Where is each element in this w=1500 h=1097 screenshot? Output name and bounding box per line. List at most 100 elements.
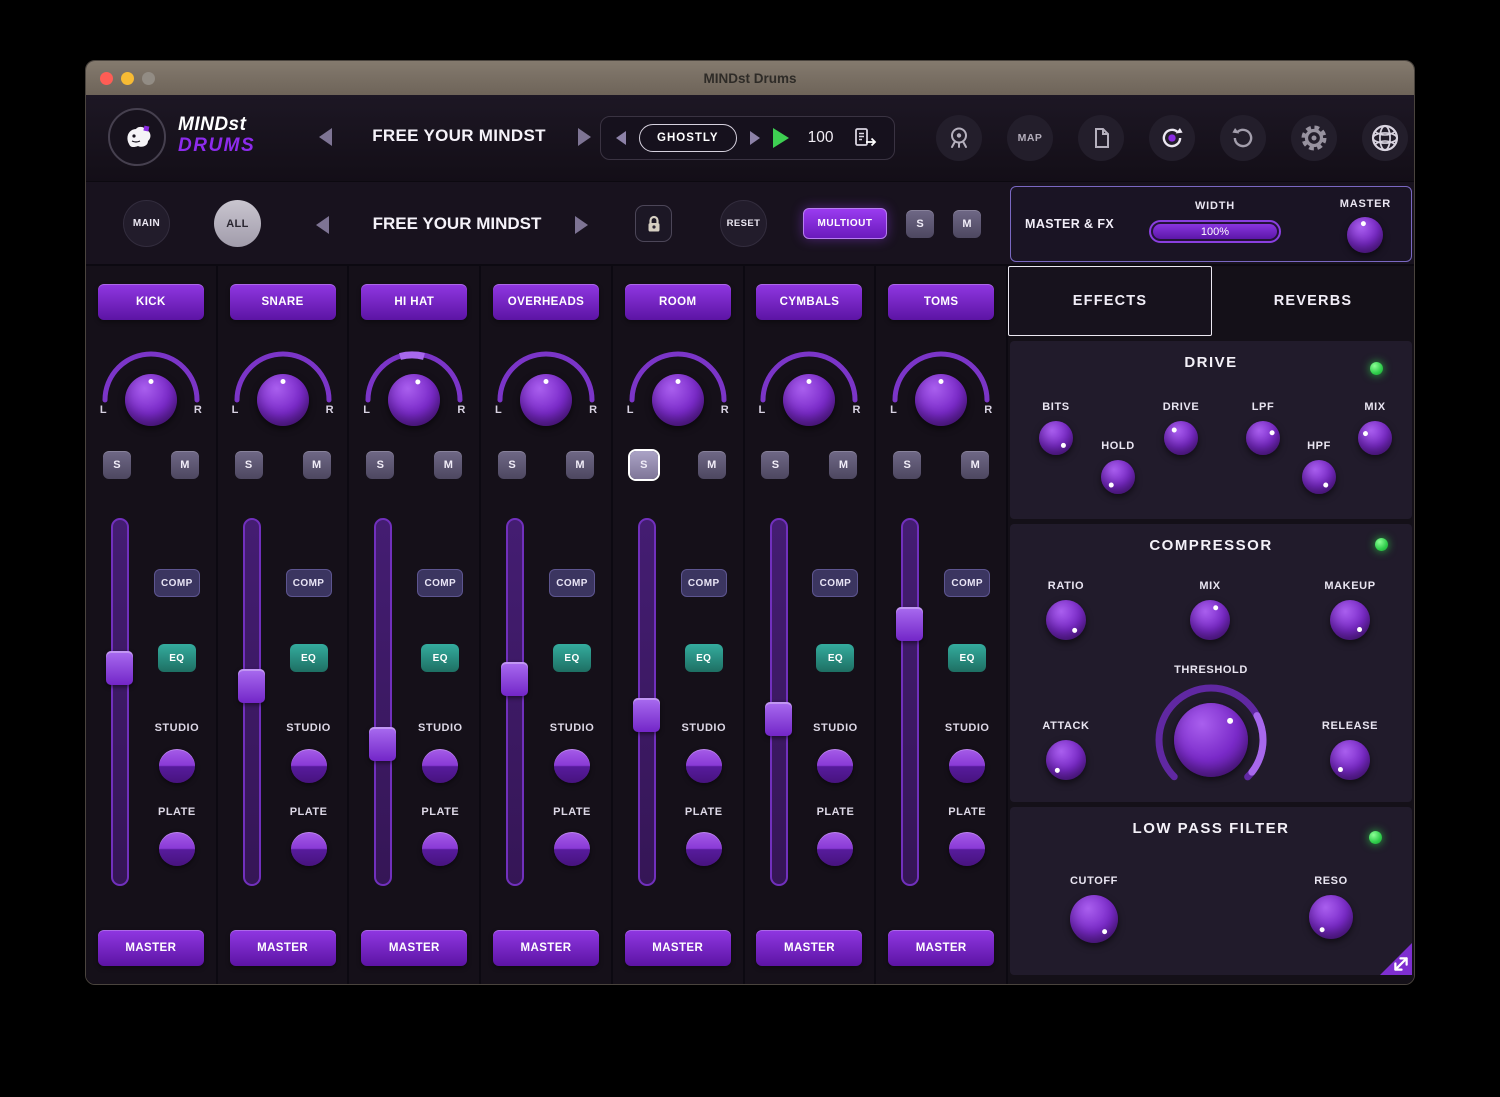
kit-next-icon[interactable] (750, 131, 760, 145)
eq-button[interactable]: EQ (553, 644, 591, 672)
fader-thumb[interactable] (896, 607, 923, 641)
drive-enable-led[interactable] (1370, 362, 1383, 375)
solo-button[interactable]: S (103, 451, 131, 479)
volume-fader[interactable] (901, 518, 919, 886)
solo-button[interactable]: S (498, 451, 526, 479)
compressor-threshold-knob[interactable] (1174, 703, 1248, 777)
master-route-button[interactable]: MASTER (493, 930, 599, 966)
redo-icon[interactable] (1220, 115, 1266, 161)
drive-bits-knob[interactable] (1039, 421, 1073, 455)
comp-button[interactable]: COMP (154, 569, 200, 597)
drive-lpf-knob[interactable] (1246, 421, 1280, 455)
play-button[interactable] (773, 128, 789, 148)
eq-button[interactable]: EQ (290, 644, 328, 672)
comp-button[interactable]: COMP (417, 569, 463, 597)
solo-button[interactable]: S (761, 451, 789, 479)
fader-thumb[interactable] (106, 651, 133, 685)
eq-button[interactable]: EQ (421, 644, 459, 672)
master-route-button[interactable]: MASTER (888, 930, 994, 966)
plate-send-knob[interactable] (159, 832, 195, 866)
comp-button[interactable]: COMP (549, 569, 595, 597)
comp-button[interactable]: COMP (286, 569, 332, 597)
pan-knob[interactable] (783, 374, 835, 426)
studio-send-knob[interactable] (949, 749, 985, 783)
master-route-button[interactable]: MASTER (625, 930, 731, 966)
mute-button[interactable]: M (434, 451, 462, 479)
mute-button[interactable]: M (961, 451, 989, 479)
kick-mic-icon[interactable] (936, 115, 982, 161)
reset-button[interactable]: RESET (720, 200, 767, 247)
channel-name-button[interactable]: SNARE (230, 284, 336, 320)
plate-send-knob[interactable] (817, 832, 853, 866)
low-pass-filter-enable-led[interactable] (1369, 831, 1382, 844)
map-button[interactable]: MAP (1007, 115, 1053, 161)
kit-select[interactable]: GHOSTLY (639, 124, 737, 152)
pan-knob[interactable] (520, 374, 572, 426)
solo-button[interactable]: S (235, 451, 263, 479)
channel-name-button[interactable]: CYMBALS (756, 284, 862, 320)
lock-icon[interactable] (635, 205, 672, 242)
pan-knob[interactable] (388, 374, 440, 426)
master-route-button[interactable]: MASTER (756, 930, 862, 966)
eq-button[interactable]: EQ (158, 644, 196, 672)
channel-name-button[interactable]: OVERHEADS (493, 284, 599, 320)
zoom-button[interactable] (142, 72, 155, 85)
pan-knob[interactable] (915, 374, 967, 426)
global-mute-button[interactable]: M (953, 210, 981, 238)
compressor-enable-led[interactable] (1375, 538, 1388, 551)
channel-name-button[interactable]: KICK (98, 284, 204, 320)
pattern-sphere-icon[interactable] (1362, 115, 1408, 161)
volume-fader[interactable] (638, 518, 656, 886)
studio-send-knob[interactable] (291, 749, 327, 783)
fader-thumb[interactable] (501, 662, 528, 696)
main-button[interactable]: MAIN (123, 200, 170, 247)
preset-next-icon[interactable] (578, 128, 591, 146)
kit-prev-icon[interactable] (616, 131, 626, 145)
toolbar-preset-prev-icon[interactable] (316, 216, 329, 234)
all-button[interactable]: ALL (214, 200, 261, 247)
master-route-button[interactable]: MASTER (230, 930, 336, 966)
minimize-button[interactable] (121, 72, 134, 85)
close-button[interactable] (100, 72, 113, 85)
studio-send-knob[interactable] (686, 749, 722, 783)
mute-button[interactable]: M (171, 451, 199, 479)
eq-button[interactable]: EQ (816, 644, 854, 672)
studio-send-knob[interactable] (422, 749, 458, 783)
solo-button[interactable]: S (366, 451, 394, 479)
master-route-button[interactable]: MASTER (361, 930, 467, 966)
volume-fader[interactable] (770, 518, 788, 886)
compressor-ratio-knob[interactable] (1046, 600, 1086, 640)
drive-hold-knob[interactable] (1101, 460, 1135, 494)
compressor-release-knob[interactable] (1330, 740, 1370, 780)
tab-effects[interactable]: EFFECTS (1008, 266, 1212, 336)
compressor-mix-knob[interactable] (1190, 600, 1230, 640)
plate-send-knob[interactable] (949, 832, 985, 866)
comp-button[interactable]: COMP (944, 569, 990, 597)
compressor-makeup-knob[interactable] (1330, 600, 1370, 640)
mute-button[interactable]: M (566, 451, 594, 479)
master-route-button[interactable]: MASTER (98, 930, 204, 966)
eq-button[interactable]: EQ (685, 644, 723, 672)
mute-button[interactable]: M (829, 451, 857, 479)
channel-name-button[interactable]: TOMS (888, 284, 994, 320)
studio-send-knob[interactable] (554, 749, 590, 783)
lpf-reso-knob[interactable] (1309, 895, 1353, 939)
multiout-button[interactable]: MULTIOUT (803, 208, 887, 239)
solo-button[interactable]: S (630, 451, 658, 479)
studio-send-knob[interactable] (159, 749, 195, 783)
volume-fader[interactable] (506, 518, 524, 886)
master-volume-knob[interactable] (1347, 217, 1383, 253)
gear-icon[interactable] (1291, 115, 1337, 161)
studio-send-knob[interactable] (817, 749, 853, 783)
mute-button[interactable]: M (303, 451, 331, 479)
comp-button[interactable]: COMP (812, 569, 858, 597)
compressor-attack-knob[interactable] (1046, 740, 1086, 780)
plate-send-knob[interactable] (291, 832, 327, 866)
comp-button[interactable]: COMP (681, 569, 727, 597)
eq-button[interactable]: EQ (948, 644, 986, 672)
undo-icon[interactable] (1149, 115, 1195, 161)
drive-mix-knob[interactable] (1358, 421, 1392, 455)
mute-button[interactable]: M (698, 451, 726, 479)
file-icon[interactable] (1078, 115, 1124, 161)
preset-prev-icon[interactable] (319, 128, 332, 146)
